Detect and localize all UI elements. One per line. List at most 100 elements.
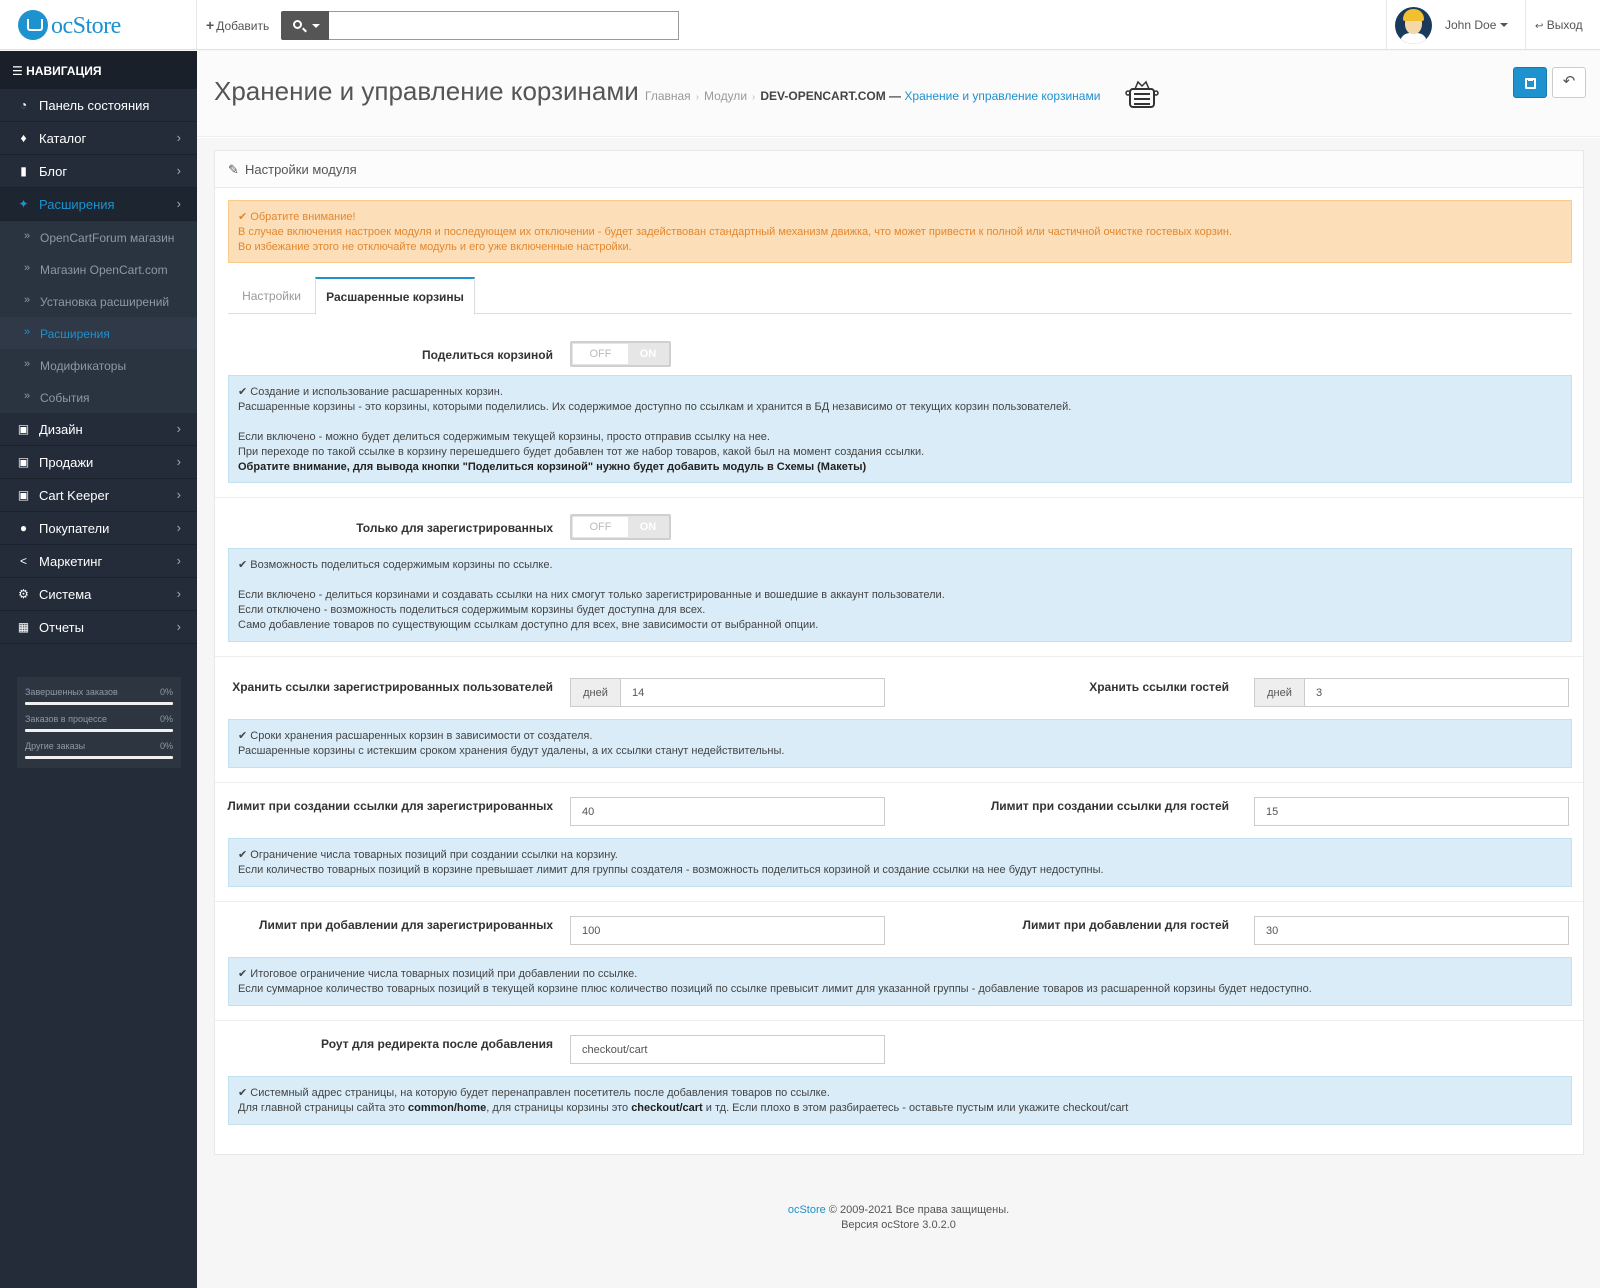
check-icon: ✔ xyxy=(238,1087,248,1099)
logo[interactable]: ocStore xyxy=(18,10,138,42)
chevron-right-icon: › xyxy=(176,421,181,436)
sidebar-item-label: Маркетинг xyxy=(39,554,103,569)
sidebar-item-customers[interactable]: ● Покупатели › xyxy=(0,512,197,545)
sidebar-item-dashboard[interactable]: ◔ Панель состояния xyxy=(0,89,197,122)
panel-title: Настройки модуля xyxy=(245,162,357,177)
add-button[interactable]: + Добавить xyxy=(206,17,269,33)
share-cart-label: Поделиться корзиной xyxy=(422,348,553,362)
search-dropdown-button[interactable] xyxy=(281,11,329,40)
sidebar-item-sales[interactable]: ▣ Продажи › xyxy=(0,446,197,479)
footer-copyright: © 2009-2021 Все права защищены. xyxy=(828,1204,1010,1216)
sidebar-item-catalog[interactable]: ♦ Каталог › xyxy=(0,122,197,155)
breadcrumb-home[interactable]: Главная xyxy=(645,89,691,103)
stat-label: Завершенных заказов xyxy=(25,687,118,697)
stat-value: 0% xyxy=(159,741,173,751)
chevron-right-icon: › xyxy=(176,553,181,568)
tags-icon: ♦ xyxy=(20,131,27,145)
sidebar-item-label: Панель состояния xyxy=(39,98,150,113)
limit-add-guests-input[interactable]: 30 xyxy=(1254,916,1569,945)
check-icon: ✔ xyxy=(238,968,248,980)
reply-icon: ↶ xyxy=(1562,73,1576,90)
sidebar-item-label: Отчеты xyxy=(39,620,84,635)
info-line: Создание и использование расшаренных кор… xyxy=(250,386,503,398)
breadcrumb-current[interactable]: Хранение и управление корзинами xyxy=(904,89,1100,103)
sidebar-item-reports[interactable]: ▦ Отчеты › xyxy=(0,611,197,644)
sidebar-item-label: Каталог xyxy=(39,131,87,146)
info-line: Ограничение числа товарных позиций при с… xyxy=(250,849,618,861)
save-button[interactable] xyxy=(1513,67,1547,98)
limit-add-registered-input[interactable]: 100 xyxy=(570,916,885,945)
sidebar-subitem-oc-store[interactable]: » Магазин OpenCart.com xyxy=(0,253,197,285)
keep-registered-input[interactable]: 14 xyxy=(620,678,885,707)
sidebar-subitem-modifications[interactable]: » Модификаторы xyxy=(0,349,197,381)
limit-create-registered-input[interactable]: 40 xyxy=(570,797,885,826)
registered-only-toggle[interactable]: OFF ON xyxy=(570,514,671,540)
back-button[interactable]: ↶ xyxy=(1552,67,1586,98)
desktop-icon: ▣ xyxy=(17,422,30,436)
info-line: Системный адрес страницы, на которую буд… xyxy=(250,1087,830,1099)
warning-alert: ✔ Обратите внимание! В случае включения … xyxy=(228,200,1572,263)
sidebar: ☰ НАВИГАЦИЯ ◔ Панель состояния ♦ Каталог › … xyxy=(0,51,197,1288)
user-icon: ● xyxy=(19,521,28,535)
info-line: Само добавление товаров по существующим … xyxy=(238,619,819,631)
keep-registered-label: Хранить ссылки зарегистрированных пользо… xyxy=(232,680,553,694)
sidebar-item-extensions[interactable]: ✦ Расширения › xyxy=(0,188,197,221)
keep-guests-label: Хранить ссылки гостей xyxy=(1089,680,1229,694)
chevron-double-icon: » xyxy=(24,294,31,306)
top-header: ocStore + Добавить John Doe ↩ Выход xyxy=(0,0,1600,50)
chevron-right-icon: › xyxy=(176,196,181,211)
sidebar-subitem-label: Магазин OpenCart.com xyxy=(40,263,168,277)
sidebar-item-cart-keeper[interactable]: ▣ Cart Keeper › xyxy=(0,479,197,512)
check-icon: ✔ xyxy=(238,559,248,571)
sidebar-subitem-ocf-store[interactable]: » OpenCartForum магазин xyxy=(0,221,197,253)
pencil-icon: ✎ xyxy=(228,162,239,177)
order-stats: Завершенных заказов 0% Заказов в процессе… xyxy=(17,677,181,768)
chevron-right-icon: › xyxy=(176,130,181,145)
chevron-right-icon: › xyxy=(176,586,181,601)
info-line: Возможность поделиться содержимым корзин… xyxy=(250,559,553,571)
sidebar-item-system[interactable]: ⚙ Система › xyxy=(0,578,197,611)
tab-settings[interactable]: Настройки xyxy=(228,277,315,314)
sidebar-subitem-installer[interactable]: » Установка расширений xyxy=(0,285,197,317)
bar-chart-icon: ▦ xyxy=(17,620,30,634)
sidebar-item-label: Расширения xyxy=(39,197,115,212)
breadcrumb-modules[interactable]: Модули xyxy=(704,89,747,103)
tab-shared-carts[interactable]: Расшаренные корзины xyxy=(315,277,475,315)
limit-add-registered-label: Лимит при добавлении для зарегистрирован… xyxy=(259,918,553,932)
row-divider xyxy=(215,1020,1583,1021)
row-divider xyxy=(215,656,1583,657)
sidebar-item-blog[interactable]: ▮ Блог › xyxy=(0,155,197,188)
sidebar-subitem-events[interactable]: » События xyxy=(0,381,197,413)
sidebar-subitem-label: Установка расширений xyxy=(40,295,170,309)
sidebar-subitem-extensions[interactable]: » Расширения xyxy=(0,317,197,349)
info-line: При переходе по такой ссылке в корзину п… xyxy=(238,446,925,458)
share-cart-toggle[interactable]: OFF ON xyxy=(570,341,671,367)
logout-link[interactable]: ↩ Выход xyxy=(1535,18,1583,32)
stat-value: 0% xyxy=(159,714,173,724)
sidebar-item-marketing[interactable]: < Маркетинг › xyxy=(0,545,197,578)
settings-panel: ✎ Настройки модуля ✔ Обратите внимание! … xyxy=(214,150,1584,1155)
warning-line: В случае включения настроек модуля и пос… xyxy=(238,226,1233,238)
info-line: Итоговое ограничение числа товарных пози… xyxy=(250,968,638,980)
days-addon: дней xyxy=(1254,678,1305,707)
info-code-home: common/home xyxy=(408,1102,487,1114)
user-name: John Doe xyxy=(1445,18,1497,32)
info-line: Если суммарное количество товарных позиц… xyxy=(238,983,1312,995)
redirect-route-input[interactable]: checkout/cart xyxy=(570,1035,885,1064)
nav-title[interactable]: ☰ НАВИГАЦИЯ xyxy=(0,51,197,89)
info-line: Если количество товарных позиций в корзи… xyxy=(238,864,1104,876)
footer-link[interactable]: ocStore xyxy=(788,1204,826,1216)
search-input[interactable] xyxy=(329,11,679,40)
logo-brand: ocStore xyxy=(51,13,121,39)
share-icon: < xyxy=(19,554,27,568)
caret-down-icon xyxy=(1500,23,1508,27)
sidebar-item-design[interactable]: ▣ Дизайн › xyxy=(0,413,197,446)
limit-create-guests-input[interactable]: 15 xyxy=(1254,797,1569,826)
keep-guests-input[interactable]: 3 xyxy=(1304,678,1569,707)
user-menu[interactable]: John Doe xyxy=(1386,0,1526,50)
cart-icon: ▣ xyxy=(17,455,30,469)
info-line: Расшаренные корзины - это корзины, котор… xyxy=(238,401,1072,413)
plus-icon: + xyxy=(206,17,215,33)
stat-progress-bar xyxy=(25,702,173,705)
stat-processing: Заказов в процессе 0% xyxy=(25,711,173,738)
